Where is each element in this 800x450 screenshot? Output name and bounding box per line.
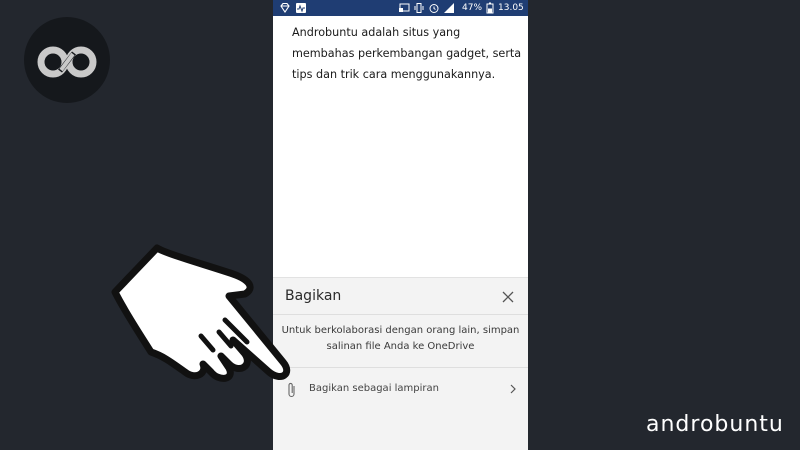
document-line: membahas perkembangan gadget, serta: [292, 47, 522, 60]
divider: [273, 367, 528, 368]
androbuntu-logo: [24, 17, 110, 103]
share-description-line: salinan file Anda ke OneDrive: [326, 341, 475, 352]
battery-icon: [486, 2, 494, 14]
share-as-attachment-label: Bagikan sebagai lampiran: [309, 383, 439, 394]
alarm-icon: [429, 4, 439, 13]
watermark: androbuntu: [646, 412, 784, 437]
pointing-hand-icon: [111, 244, 291, 382]
document-body: Androbuntu adalah situs yang membahas pe…: [292, 22, 522, 85]
share-description-line: Untuk berkolaborasi dengan orang lain, s…: [281, 325, 520, 336]
share-as-attachment-option[interactable]: Bagikan sebagai lampiran: [273, 375, 528, 405]
chevron-right-icon: [510, 384, 516, 394]
phone-screen: 47% 13.05 Androbuntu adalah situs yang m…: [273, 0, 528, 450]
signal-icon: [444, 3, 454, 13]
clock: 13.05: [498, 3, 524, 13]
share-description: Untuk berkolaborasi dengan orang lain, s…: [279, 323, 522, 355]
close-icon[interactable]: [499, 288, 517, 306]
battery-percent: 47%: [462, 3, 483, 13]
vibrate-icon: [414, 3, 424, 13]
status-bar: 47% 13.05: [273, 0, 528, 16]
divider: [273, 314, 528, 315]
androbuntu-logo-icon: [37, 46, 97, 78]
diamond-icon: [280, 2, 290, 13]
activity-icon: [296, 3, 306, 13]
close-button[interactable]: [499, 288, 517, 306]
document-line: Androbuntu adalah situs yang: [292, 26, 461, 39]
document-line: tips dan trik cara menggunakannya.: [292, 68, 496, 81]
share-panel: Bagikan Untuk berkolaborasi dengan orang…: [273, 277, 528, 450]
cast-icon: [399, 3, 410, 12]
